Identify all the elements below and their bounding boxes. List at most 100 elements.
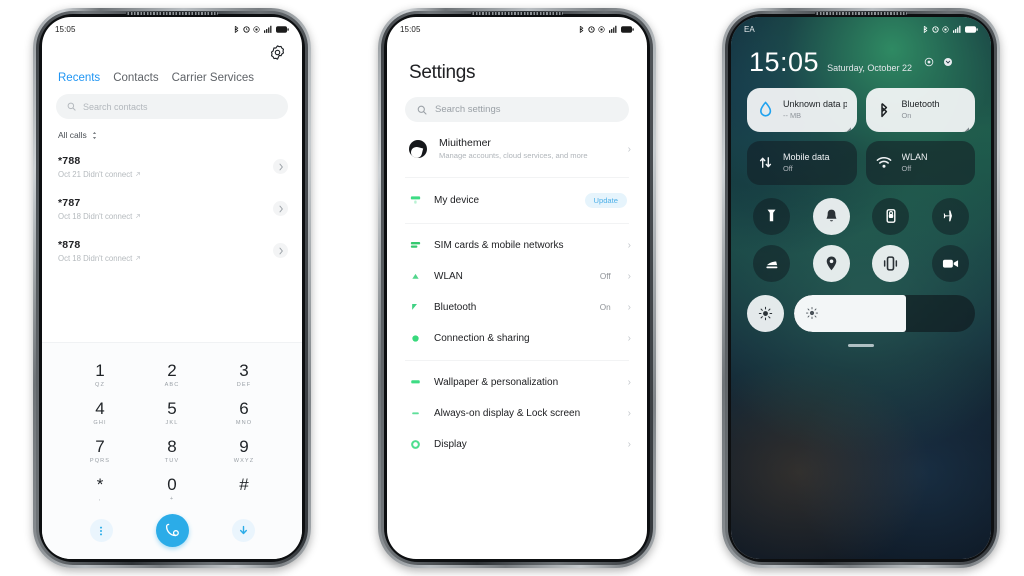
dialpad-key-0[interactable]: 0 +: [136, 471, 208, 506]
carrier-label: EA: [744, 24, 755, 34]
toggle-cast[interactable]: [753, 244, 791, 282]
more-vertical-icon[interactable]: [89, 519, 113, 542]
phone3-screen: EA 15:05 Saturday, October 22 Unknown da…: [731, 17, 991, 559]
account-row[interactable]: Miuithemer Manage accounts, cloud servic…: [387, 122, 647, 173]
settings-icon[interactable]: [924, 54, 934, 72]
video-icon: [942, 259, 958, 268]
drag-handle[interactable]: [848, 343, 874, 347]
toggle-grid: [731, 185, 991, 282]
dialpad-key-9[interactable]: 9 WXYZ: [208, 433, 280, 468]
brightness-slider[interactable]: [794, 294, 975, 332]
tile-mobile-data[interactable]: Mobile data Off: [747, 140, 857, 185]
dialpad-key-7[interactable]: 7 PQRS: [64, 433, 136, 468]
dialpad-key-4[interactable]: 4 GHI: [64, 395, 136, 430]
page-title: Settings: [409, 62, 476, 83]
wallpaper-icon: [409, 376, 422, 389]
phone1-screen: 15:05 Recents Contacts Carrier Services …: [42, 17, 302, 559]
arrow-down-icon[interactable]: [231, 519, 255, 542]
call-number: *787: [58, 196, 81, 209]
settings-item-always-on-display[interactable]: Always-on display & Lock screen ›: [387, 398, 647, 429]
tile-wlan[interactable]: WLAN Off: [865, 140, 975, 185]
bluetooth-icon: [409, 301, 422, 314]
dialpad-key-1[interactable]: 1 QZ: [64, 357, 136, 392]
dialpad-key-8[interactable]: 8 TUV: [136, 433, 208, 468]
mobile-data-icon: [757, 154, 774, 171]
chevron-right-icon: ›: [627, 271, 631, 283]
tab-recents[interactable]: Recents: [58, 72, 100, 84]
divider: [405, 360, 629, 362]
status-icons: [234, 25, 289, 33]
chevron-right-icon: ›: [627, 408, 631, 420]
control-center: EA 15:05 Saturday, October 22 Unknown da…: [731, 17, 991, 559]
tab-contacts[interactable]: Contacts: [113, 72, 158, 84]
dialpad-key-2[interactable]: 2 ABC: [136, 357, 208, 392]
tile-title: WLAN: [901, 151, 928, 162]
expand-corner-icon[interactable]: [962, 120, 969, 132]
tile-data-plan[interactable]: Unknown data plan -- MB: [747, 87, 857, 132]
settings-item-label: My device: [434, 195, 480, 207]
search-placeholder: Search settings: [435, 104, 501, 115]
search-placeholder: Search contacts: [83, 101, 148, 112]
device-icon: [409, 194, 422, 207]
settings-group-network: SIM cards & mobile networks › WLAN Off ›: [387, 228, 647, 356]
settings-item-label: WLAN: [434, 271, 463, 283]
dialpad-key-3[interactable]: 3 DEF: [208, 357, 280, 392]
status-time: 15:05: [55, 24, 76, 34]
call-detail-chevron[interactable]: [273, 159, 288, 174]
search-settings-input[interactable]: Search settings: [405, 97, 629, 122]
settings-item-sim-cards[interactable]: SIM cards & mobile networks ›: [387, 230, 647, 261]
earpiece-grille: [126, 12, 218, 15]
call-number: *788: [58, 154, 81, 167]
brightness-auto-button[interactable]: [747, 294, 784, 332]
toggle-airplane-mode[interactable]: [931, 197, 969, 235]
dialpad-key-star[interactable]: *,: [64, 471, 136, 506]
call-detail: Oct 18 Didn't connect: [58, 254, 141, 263]
call-list-item[interactable]: *787 Oct 18 Didn't connect: [42, 188, 302, 230]
bluetooth-icon: [876, 101, 893, 118]
settings-app: 15:05 Settings Search settings Miuitheme…: [387, 17, 647, 559]
settings-item-value: Off: [599, 272, 611, 282]
call-button[interactable]: [155, 514, 189, 547]
toggle-silent[interactable]: [812, 197, 850, 235]
call-list-item[interactable]: *788 Oct 21 Didn't connect: [42, 146, 302, 188]
bell-mute-icon: [826, 209, 837, 222]
settings-item-my-device[interactable]: My device Update: [387, 184, 647, 217]
update-badge[interactable]: Update: [584, 193, 627, 209]
rotation-lock-icon: [886, 209, 896, 224]
dialpad-key-5[interactable]: 5 JKL: [136, 395, 208, 430]
toggle-screen-record[interactable]: [931, 244, 969, 282]
chevron-right-icon: ›: [627, 143, 631, 155]
avatar: [409, 140, 427, 159]
chevron-down-icon[interactable]: [943, 54, 953, 72]
display-icon: [409, 438, 422, 451]
settings-item-bluetooth[interactable]: Bluetooth On ›: [387, 292, 647, 323]
tile-bluetooth[interactable]: Bluetooth On: [865, 87, 975, 132]
tab-carrier-services[interactable]: Carrier Services: [172, 72, 254, 84]
settings-item-label: SIM cards & mobile networks: [434, 240, 564, 252]
call-list-item[interactable]: *878 Oct 18 Didn't connect: [42, 230, 302, 272]
gear-icon[interactable]: [269, 44, 286, 61]
status-time: 15:05: [400, 24, 421, 34]
toggle-rotation-lock[interactable]: [872, 197, 910, 235]
tile-title: Bluetooth: [901, 98, 940, 109]
call-detail-chevron[interactable]: [273, 243, 288, 258]
clock-time: 15:05: [749, 47, 820, 77]
toggle-flashlight[interactable]: [753, 197, 791, 235]
toggle-vibrate[interactable]: [872, 244, 910, 282]
dialpad-key-6[interactable]: 6 MNO: [208, 395, 280, 430]
lockscreen-icon: [409, 407, 422, 420]
settings-item-display[interactable]: Display ›: [387, 429, 647, 460]
search-contacts-input[interactable]: Search contacts: [56, 94, 288, 119]
expand-corner-icon[interactable]: [844, 120, 851, 132]
toggle-location[interactable]: [812, 244, 850, 282]
settings-item-connection-sharing[interactable]: Connection & sharing ›: [387, 323, 647, 354]
call-filter-dropdown[interactable]: All calls: [42, 119, 302, 140]
brightness-row: [731, 282, 991, 332]
chevron-right-icon: ›: [627, 302, 631, 314]
signal-icon: [952, 25, 960, 33]
settings-item-wallpaper[interactable]: Wallpaper & personalization ›: [387, 367, 647, 398]
settings-item-wlan[interactable]: WLAN Off ›: [387, 261, 647, 292]
data-drop-icon: [757, 101, 774, 118]
call-detail-chevron[interactable]: [273, 201, 288, 216]
dialpad-key-hash[interactable]: #: [208, 471, 280, 506]
